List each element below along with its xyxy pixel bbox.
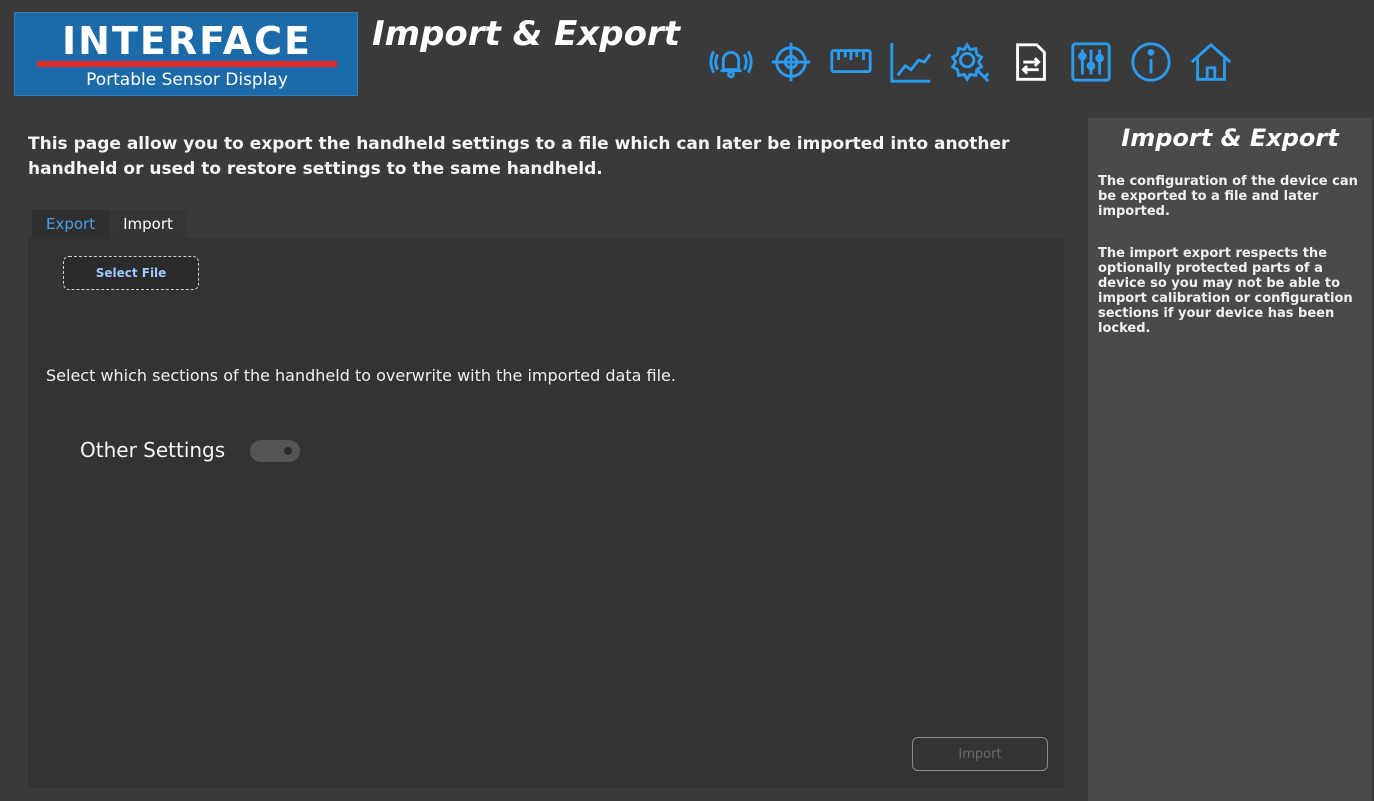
nav-alarm[interactable] bbox=[706, 36, 756, 88]
help-title: Import & Export bbox=[1121, 124, 1339, 152]
page-title: Import & Export bbox=[372, 14, 680, 54]
tab-import[interactable]: Import bbox=[109, 210, 187, 238]
help-paragraph-2: The import export respects the optionall… bbox=[1098, 246, 1353, 336]
info-icon bbox=[1131, 42, 1171, 82]
chart-icon bbox=[890, 42, 932, 83]
nav-import-export[interactable] bbox=[1006, 36, 1056, 88]
other-settings-toggle[interactable] bbox=[250, 440, 300, 462]
logo-stripe bbox=[37, 61, 337, 67]
target-icon bbox=[771, 42, 811, 82]
tab-bar: Export Import bbox=[32, 210, 187, 238]
other-settings-label: Other Settings bbox=[80, 438, 226, 462]
toggle-knob bbox=[284, 447, 292, 455]
tab-export[interactable]: Export bbox=[32, 210, 110, 238]
main-content: This page allow you to export the handhe… bbox=[28, 118, 1064, 788]
alarm-icon bbox=[709, 50, 753, 79]
header: INTERFACE Portable Sensor Display Import… bbox=[10, 6, 1372, 110]
home-icon bbox=[1190, 42, 1232, 81]
nav-settings[interactable] bbox=[946, 36, 996, 88]
import-export-icon bbox=[1016, 43, 1046, 81]
logo-word: INTERFACE bbox=[62, 19, 312, 63]
nav-mixer[interactable] bbox=[1066, 36, 1116, 88]
select-file-button[interactable]: Select File bbox=[63, 256, 199, 290]
mixer-icon bbox=[1071, 42, 1111, 82]
nav-ruler[interactable] bbox=[826, 36, 876, 88]
nav-home[interactable] bbox=[1186, 36, 1236, 88]
nav-chart[interactable] bbox=[886, 36, 936, 88]
help-paragraph-1: The configuration of the device can be e… bbox=[1098, 174, 1358, 219]
ruler-icon bbox=[830, 49, 872, 74]
import-button[interactable]: Import bbox=[912, 737, 1048, 771]
logo: INTERFACE Portable Sensor Display bbox=[14, 12, 358, 96]
settings-wrench-icon bbox=[950, 41, 990, 83]
nav-target[interactable] bbox=[766, 36, 816, 88]
instruction-text: Select which sections of the handheld to… bbox=[46, 366, 676, 385]
help-panel: Import & Export The configuration of the… bbox=[1088, 118, 1372, 801]
logo-subtitle: Portable Sensor Display bbox=[86, 70, 288, 90]
nav-info[interactable] bbox=[1126, 36, 1176, 88]
app-frame: INTERFACE Portable Sensor Display Import… bbox=[10, 6, 1372, 801]
import-panel: Select File Select which sections of the… bbox=[28, 238, 1064, 788]
intro-text: This page allow you to export the handhe… bbox=[28, 134, 1010, 179]
nav-bar bbox=[706, 36, 1236, 92]
